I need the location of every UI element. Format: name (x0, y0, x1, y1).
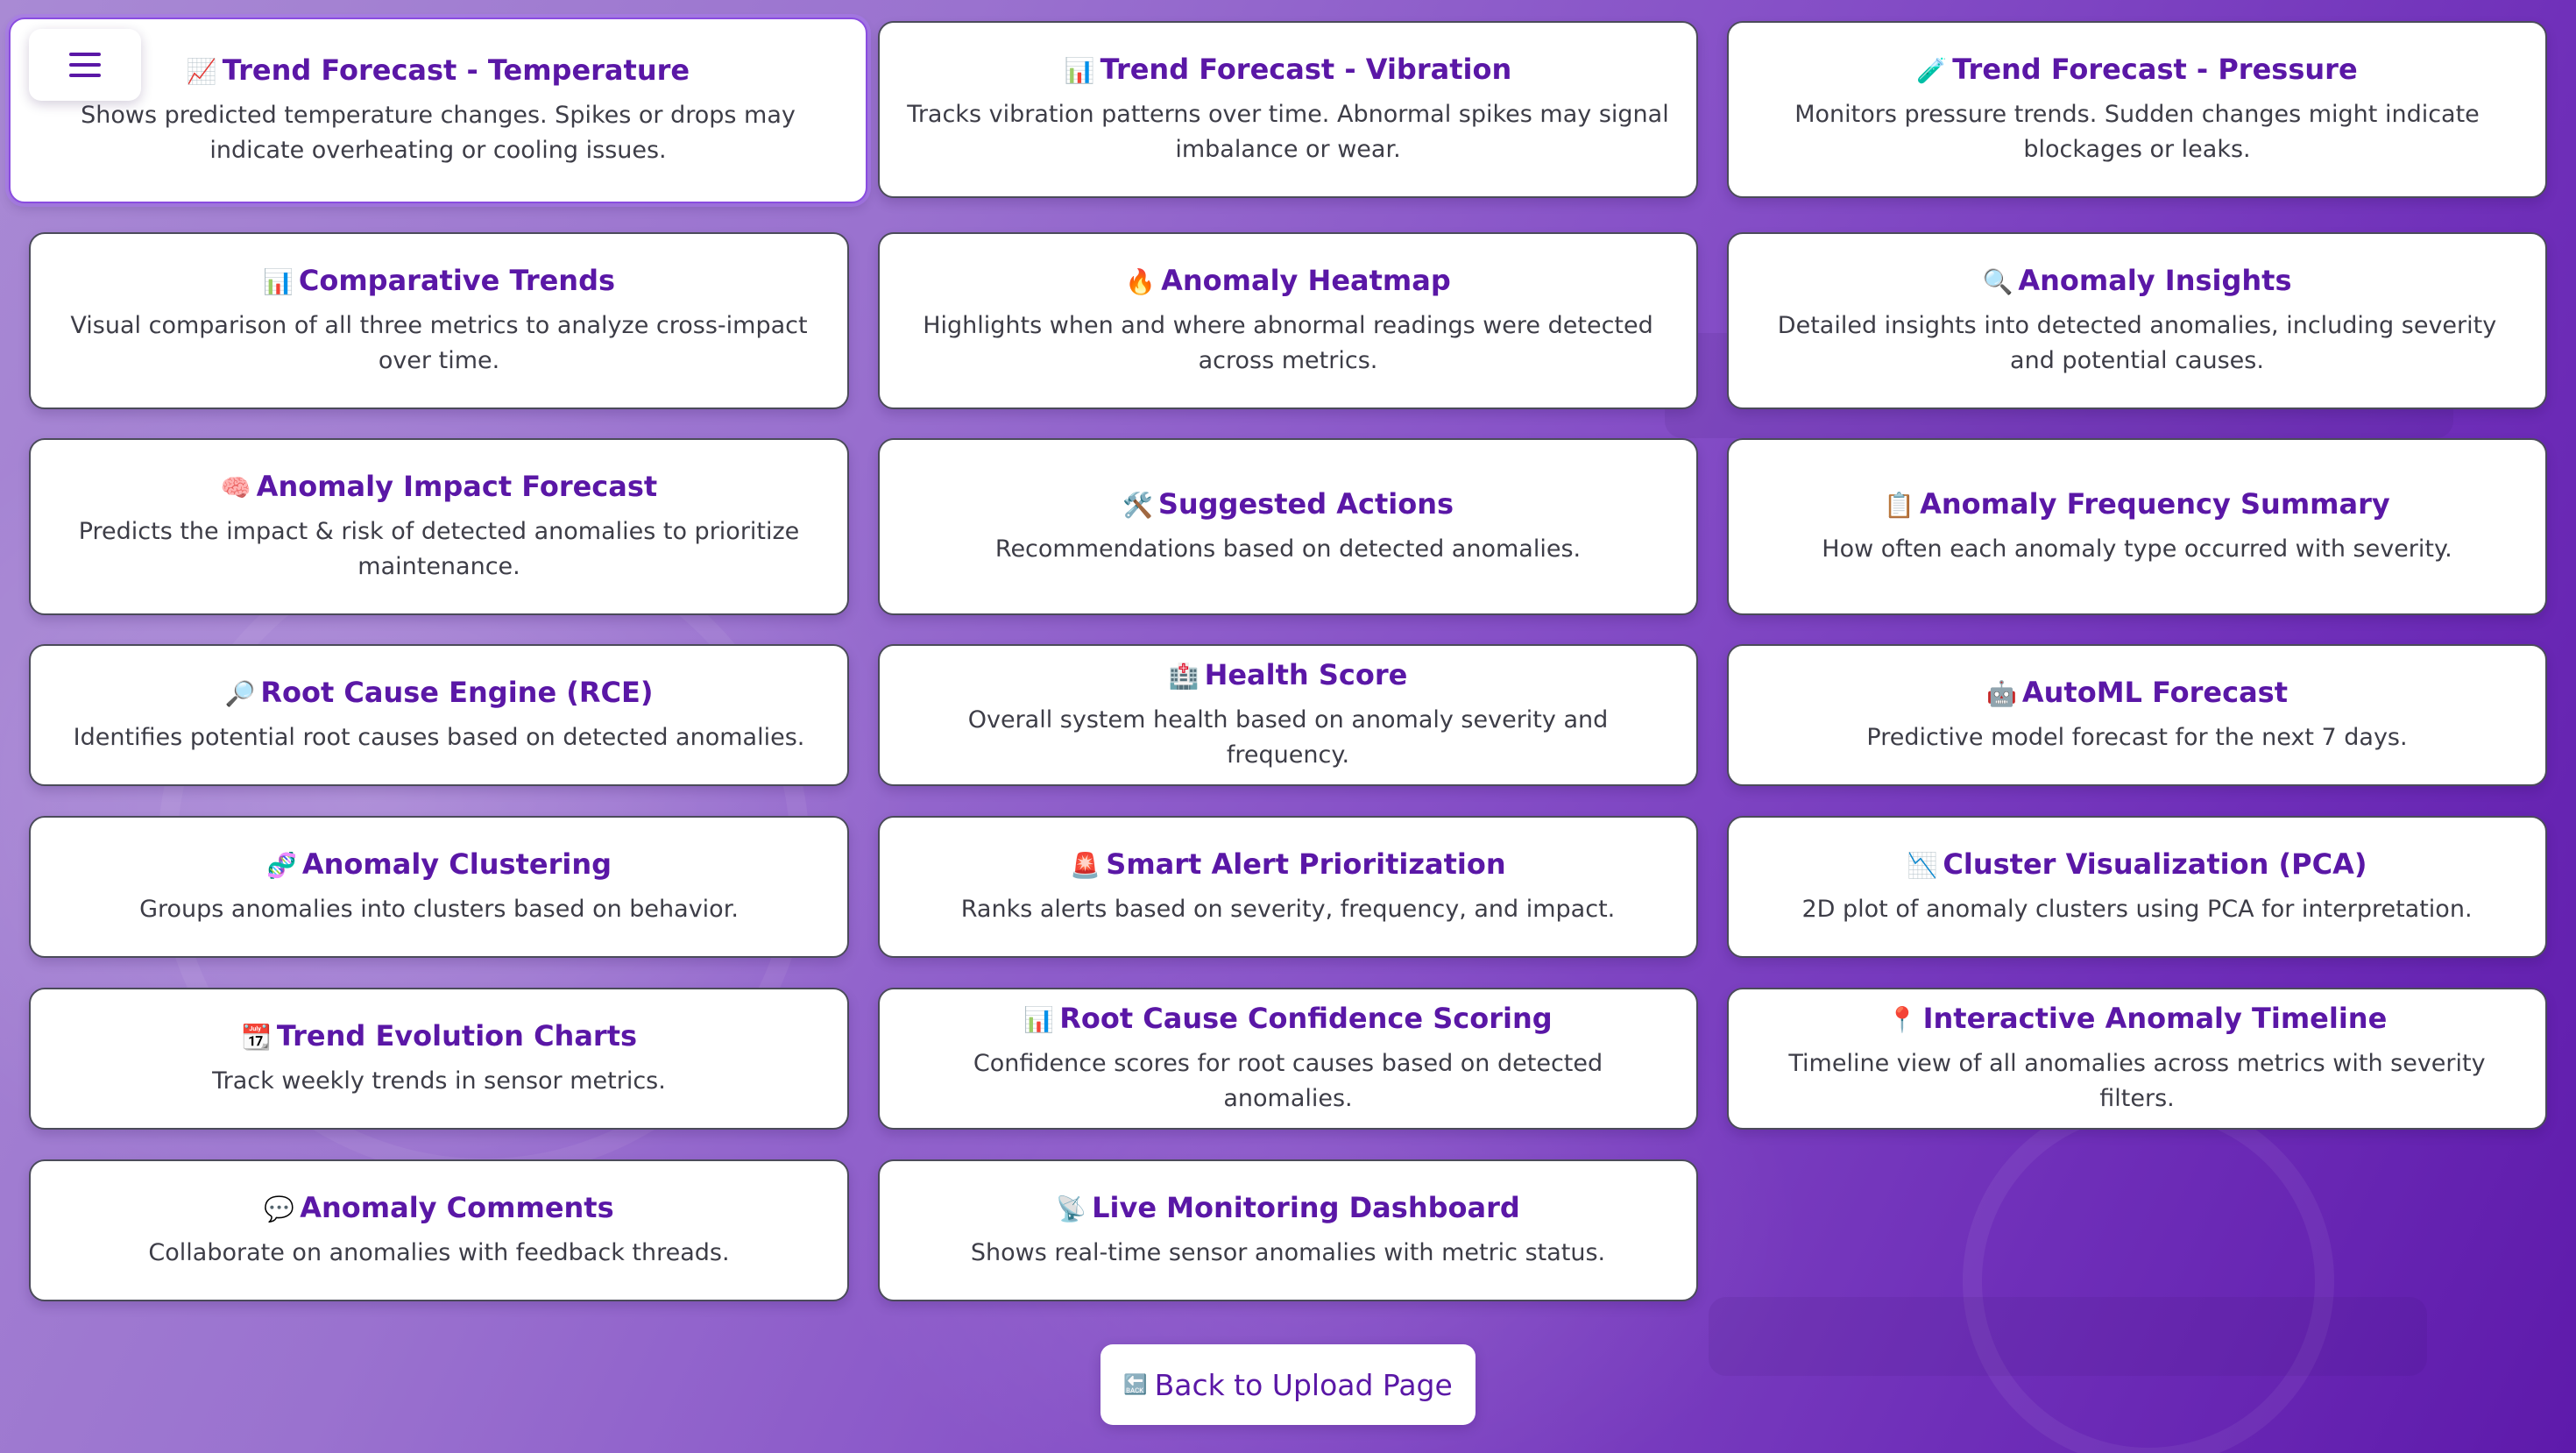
card-anomaly-insights[interactable]: 🔍 Anomaly Insights Detailed insights into… (1727, 232, 2547, 409)
card-trend-forecast-pressure[interactable]: 🧪 Trend Forecast - Pressure Monitors pres… (1727, 21, 2547, 198)
magnifier-right-icon: 🔎 (224, 679, 256, 708)
card-title: Interactive Anomaly Timeline (1922, 1002, 2388, 1035)
card-description: Confidence scores for root causes based … (973, 1050, 1603, 1112)
robot-icon: 🤖 (1985, 679, 2017, 708)
card-trend-evolution-charts[interactable]: 📆 Trend Evolution Charts Track weekly tre… (29, 988, 849, 1130)
card-title: Trend Forecast - Vibration (1100, 53, 1512, 86)
card-title: Anomaly Comments (300, 1191, 614, 1224)
card-title: Health Score (1204, 658, 1408, 691)
card-description: Detailed insights into detected anomalie… (1777, 312, 2497, 374)
card-description: Groups anomalies into clusters based on … (139, 896, 739, 923)
card-health-score[interactable]: 🏥 Health Score Overall system health base… (878, 644, 1698, 786)
card-description: Predictive model forecast for the next 7… (1866, 724, 2408, 751)
card-description: Visual comparison of all three metrics t… (70, 312, 808, 374)
card-smart-alert-prioritization[interactable]: 🚨 Smart Alert Prioritization Ranks alerts… (878, 816, 1698, 958)
card-description: Recommendations based on detected anomal… (994, 535, 1582, 563)
fire-icon: 🔥 (1125, 267, 1157, 296)
card-title: Anomaly Heatmap (1161, 264, 1451, 297)
card-anomaly-frequency-summary[interactable]: 📋 Anomaly Frequency Summary How often eac… (1727, 438, 2547, 615)
magnifier-icon: 🔍 (1982, 267, 2013, 296)
card-title: Anomaly Clustering (301, 847, 612, 881)
brain-icon: 🧠 (220, 473, 251, 502)
card-title: Live Monitoring Dashboard (1092, 1191, 1520, 1224)
card-grid: 📈 Trend Forecast - Temperature Shows pred… (9, 18, 2547, 1301)
pin-icon: 📍 (1886, 1005, 1918, 1034)
back-button-label: Back to Upload Page (1154, 1367, 1453, 1402)
card-title: AutoML Forecast (2021, 676, 2288, 709)
calendar-icon: 📆 (240, 1023, 272, 1052)
satellite-dish-icon: 📡 (1056, 1194, 1087, 1223)
card-description: Overall system health based on anomaly s… (967, 706, 1609, 769)
card-description: Collaborate on anomalies with feedback t… (148, 1239, 730, 1266)
menu-button[interactable] (29, 29, 141, 101)
card-root-cause-engine[interactable]: 🔎 Root Cause Engine (RCE) Identifies pote… (29, 644, 849, 786)
card-suggested-actions[interactable]: 🛠️ Suggested Actions Recommendations base… (878, 438, 1698, 615)
card-anomaly-comments[interactable]: 💬 Anomaly Comments Collaborate on anomali… (29, 1159, 849, 1301)
card-description: Shows real-time sensor anomalies with me… (970, 1239, 1606, 1266)
card-description: Identifies potential root causes based o… (73, 724, 805, 751)
card-trend-forecast-vibration[interactable]: 📊 Trend Forecast - Vibration Tracks vibra… (878, 21, 1698, 198)
card-description: Timeline view of all anomalies across me… (1788, 1050, 2486, 1112)
dna-icon: 🧬 (265, 851, 297, 880)
card-live-monitoring-dashboard[interactable]: 📡 Live Monitoring Dashboard Shows real-ti… (878, 1159, 1698, 1301)
card-description: Track weekly trends in sensor metrics. (212, 1067, 666, 1095)
card-anomaly-clustering[interactable]: 🧬 Anomaly Clustering Groups anomalies int… (29, 816, 849, 958)
card-anomaly-heatmap[interactable]: 🔥 Anomaly Heatmap Highlights when and whe… (878, 232, 1698, 409)
card-title: Comparative Trends (298, 264, 616, 297)
card-title: Anomaly Impact Forecast (256, 470, 658, 503)
card-title: Root Cause Confidence Scoring (1059, 1002, 1553, 1035)
card-anomaly-impact-forecast[interactable]: 🧠 Anomaly Impact Forecast Predicts the im… (29, 438, 849, 615)
card-automl-forecast[interactable]: 🤖 AutoML Forecast Predictive model foreca… (1727, 644, 2547, 786)
card-description: Ranks alerts based on severity, frequenc… (960, 896, 1616, 923)
card-title: Trend Forecast - Pressure (1952, 53, 2358, 86)
card-description: How often each anomaly type occurred wit… (1822, 535, 2452, 563)
back-arrow-icon: 🔙 (1123, 1373, 1148, 1396)
card-description: 2D plot of anomaly clusters using PCA fo… (1801, 896, 2473, 923)
card-title: Cluster Visualization (PCA) (1943, 847, 2367, 881)
card-description: Tracks vibration patterns over time. Abn… (907, 101, 1669, 163)
card-title: Root Cause Engine (RCE) (260, 676, 654, 709)
speech-bubble-icon: 💬 (264, 1194, 295, 1223)
card-description: Predicts the impact & risk of detected a… (78, 518, 800, 580)
card-title: Anomaly Insights (2018, 264, 2292, 297)
back-to-upload-button[interactable]: 🔙 Back to Upload Page (1100, 1344, 1476, 1425)
bar-chart-icon: 📊 (1023, 1005, 1055, 1034)
card-description: Monitors pressure trends. Sudden changes… (1794, 101, 2480, 163)
test-tube-icon: 🧪 (1916, 56, 1948, 85)
siren-icon: 🚨 (1070, 851, 1101, 880)
tools-icon: 🛠️ (1122, 491, 1153, 520)
clipboard-icon: 📋 (1884, 491, 1915, 520)
card-description: Shows predicted temperature changes. Spi… (81, 102, 796, 164)
card-description: Highlights when and where abnormal readi… (923, 312, 1653, 374)
chart-increasing-icon: 📈 (186, 57, 217, 86)
card-cluster-visualization-pca[interactable]: 📉 Cluster Visualization (PCA) 2D plot of … (1727, 816, 2547, 958)
card-root-cause-confidence-scoring[interactable]: 📊 Root Cause Confidence Scoring Confidenc… (878, 988, 1698, 1130)
chart-decreasing-icon: 📉 (1907, 851, 1938, 880)
hamburger-menu-icon (69, 53, 101, 77)
card-title: Trend Forecast - Temperature (222, 53, 690, 87)
card-title: Trend Evolution Charts (276, 1019, 638, 1053)
card-title: Suggested Actions (1157, 487, 1454, 521)
card-interactive-anomaly-timeline[interactable]: 📍 Interactive Anomaly Timeline Timeline v… (1727, 988, 2547, 1130)
bar-chart-icon: 📊 (1064, 56, 1095, 85)
card-title: Anomaly Frequency Summary (1920, 487, 2390, 521)
card-title: Smart Alert Prioritization (1106, 847, 1506, 881)
card-comparative-trends[interactable]: 📊 Comparative Trends Visual comparison of… (29, 232, 849, 409)
bar-chart-icon: 📊 (262, 267, 294, 296)
hospital-icon: 🏥 (1168, 662, 1200, 691)
